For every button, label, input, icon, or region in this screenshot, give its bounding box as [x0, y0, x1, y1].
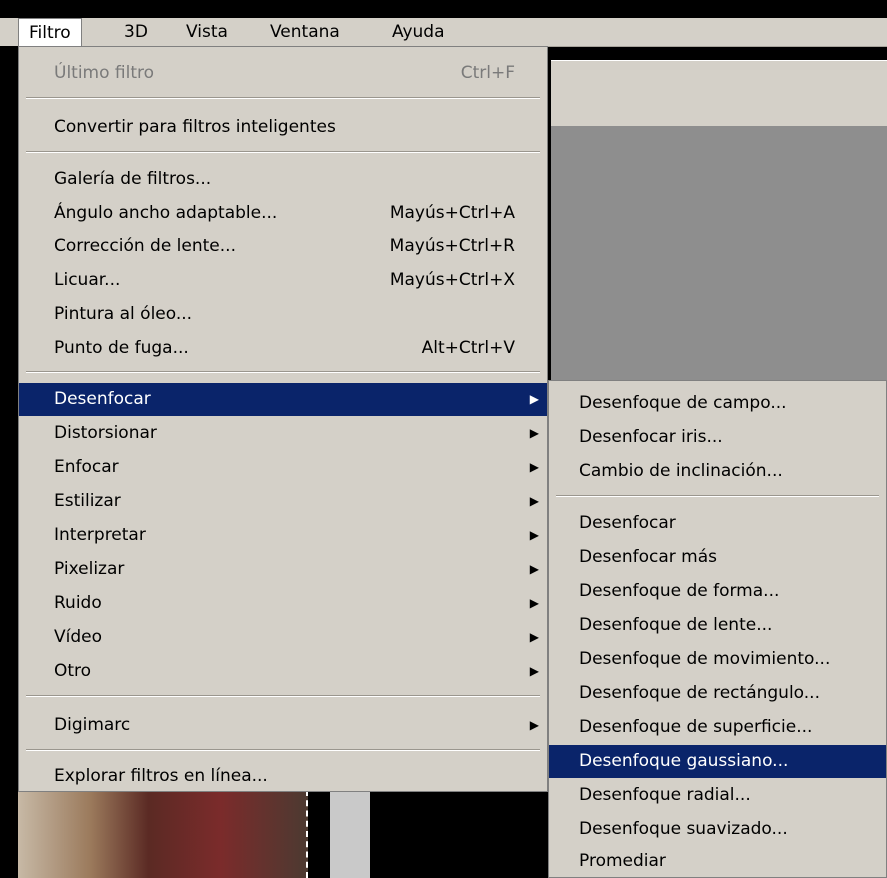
- menu-item-label: Enfocar: [54, 457, 119, 477]
- menu-separator: [26, 371, 540, 373]
- submenu-item-desenfoque-gaussiano[interactable]: Desenfoque gaussiano...: [549, 745, 886, 778]
- options-panel: [551, 60, 887, 127]
- shortcut-text: Mayús+Ctrl+X: [389, 270, 515, 290]
- submenu-item-desenfoque-rectangulo[interactable]: Desenfoque de rectángulo...: [549, 677, 886, 710]
- menu-item-label: Desenfoque de lente...: [579, 615, 773, 635]
- menu-item-label: Estilizar: [54, 491, 121, 511]
- menu-item-label: Desenfoque de forma...: [579, 581, 780, 601]
- menu-item-label: Promediar: [579, 851, 666, 871]
- submenu-item-desenfoque-lente[interactable]: Desenfoque de lente...: [549, 609, 886, 642]
- menu-item-label: Otro: [54, 661, 92, 681]
- menu-item-label: Último filtro: [54, 63, 155, 83]
- filter-dropdown: Último filtro Ctrl+F Convertir para filt…: [18, 46, 548, 792]
- menu-bar: Filtro 3D Vista Ventana Ayuda: [0, 18, 887, 47]
- menu-item-label: Desenfoque suavizado...: [579, 819, 788, 839]
- menu-item-convertir-filtros[interactable]: Convertir para filtros inteligentes: [19, 111, 547, 144]
- menu-item-otro[interactable]: Otro ▶: [19, 655, 547, 688]
- menu-separator: [26, 695, 540, 697]
- submenu-arrow-icon: ▶: [529, 426, 539, 440]
- shortcut-text: Mayús+Ctrl+R: [389, 236, 515, 256]
- menu-item-explorar-filtros[interactable]: Explorar filtros en línea...: [19, 760, 547, 793]
- menu-item-punto-fuga[interactable]: Punto de fuga... Alt+Ctrl+V: [19, 332, 547, 365]
- shortcut-text: Mayús+Ctrl+A: [389, 203, 515, 223]
- menu-item-licuar[interactable]: Licuar... Mayús+Ctrl+X: [19, 264, 547, 297]
- menu-item-label: Distorsionar: [54, 423, 157, 443]
- menu-item-label: Desenfocar iris...: [579, 427, 723, 447]
- menu-item-label: Desenfoque gaussiano...: [579, 751, 789, 771]
- menu-item-label: Desenfoque de movimiento...: [579, 649, 831, 669]
- menu-item-pixelizar[interactable]: Pixelizar ▶: [19, 553, 547, 586]
- menu-item-angulo-ancho[interactable]: Ángulo ancho adaptable... Mayús+Ctrl+A: [19, 197, 547, 230]
- menu-3d[interactable]: 3D: [114, 18, 158, 46]
- submenu-item-desenfoque-campo[interactable]: Desenfoque de campo...: [549, 387, 886, 420]
- menu-separator: [26, 151, 540, 153]
- menu-item-label: Desenfoque de rectángulo...: [579, 683, 820, 703]
- menu-item-digimarc[interactable]: Digimarc ▶: [19, 709, 547, 742]
- submenu-arrow-icon: ▶: [529, 460, 539, 474]
- menu-item-label: Desenfoque de campo...: [579, 393, 787, 413]
- menu-item-label: Vídeo: [54, 627, 103, 647]
- submenu-item-desenfocar[interactable]: Desenfocar: [549, 507, 886, 540]
- menu-separator: [26, 97, 540, 99]
- submenu-arrow-icon: ▶: [529, 664, 539, 678]
- selection-marquee: [18, 790, 308, 878]
- menu-item-label: Cambio de inclinación...: [579, 461, 783, 481]
- menu-item-desenfocar[interactable]: Desenfocar ▶: [19, 383, 547, 416]
- menu-item-label: Ruido: [54, 593, 102, 613]
- menu-item-interpretar[interactable]: Interpretar ▶: [19, 519, 547, 552]
- menu-separator: [556, 495, 879, 497]
- submenu-item-desenfocar-iris[interactable]: Desenfocar iris...: [549, 421, 886, 454]
- menu-item-label: Pintura al óleo...: [54, 304, 193, 324]
- menu-item-label: Desenfocar más: [579, 547, 718, 567]
- menu-item-label: Interpretar: [54, 525, 146, 545]
- menu-item-video[interactable]: Vídeo ▶: [19, 621, 547, 654]
- submenu-item-promediar[interactable]: Promediar: [549, 845, 886, 878]
- submenu-item-desenfoque-forma[interactable]: Desenfoque de forma...: [549, 575, 886, 608]
- menu-item-label: Explorar filtros en línea...: [54, 766, 268, 786]
- menu-item-label: Desenfoque de superficie...: [579, 717, 813, 737]
- menu-item-label: Digimarc: [54, 715, 131, 735]
- menu-item-label: Licuar...: [54, 270, 121, 290]
- menu-item-label: Ángulo ancho adaptable...: [54, 203, 278, 223]
- menu-item-galeria-filtros[interactable]: Galería de filtros...: [19, 163, 547, 196]
- menu-item-label: Corrección de lente...: [54, 236, 236, 256]
- submenu-arrow-icon: ▶: [529, 562, 539, 576]
- menu-separator: [26, 749, 540, 751]
- submenu-arrow-icon: ▶: [529, 528, 539, 542]
- left-border: [0, 46, 18, 878]
- menu-item-label: Convertir para filtros inteligentes: [54, 117, 336, 137]
- menu-filtro[interactable]: Filtro: [18, 18, 82, 46]
- menu-item-label: Desenfocar: [579, 513, 676, 533]
- submenu-arrow-icon: ▶: [529, 494, 539, 508]
- menu-ayuda[interactable]: Ayuda: [382, 18, 455, 46]
- canvas-gutter: [330, 790, 370, 878]
- submenu-item-desenfoque-superficie[interactable]: Desenfoque de superficie...: [549, 711, 886, 744]
- submenu-item-desenfoque-movimiento[interactable]: Desenfoque de movimiento...: [549, 643, 886, 676]
- menu-item-distorsionar[interactable]: Distorsionar ▶: [19, 417, 547, 450]
- shortcut-text: Ctrl+F: [460, 63, 515, 83]
- menu-item-enfocar[interactable]: Enfocar ▶: [19, 451, 547, 484]
- menu-item-pintura-oleo[interactable]: Pintura al óleo...: [19, 298, 547, 331]
- submenu-item-desenfocar-mas[interactable]: Desenfocar más: [549, 541, 886, 574]
- menu-vista[interactable]: Vista: [176, 18, 238, 46]
- menu-item-label: Desenfoque radial...: [579, 785, 751, 805]
- submenu-arrow-icon: ▶: [529, 596, 539, 610]
- menu-item-label: Galería de filtros...: [54, 169, 212, 189]
- menu-item-ruido[interactable]: Ruido ▶: [19, 587, 547, 620]
- submenu-item-desenfoque-suavizado[interactable]: Desenfoque suavizado...: [549, 813, 886, 846]
- menu-item-label: Pixelizar: [54, 559, 125, 579]
- menu-item-label: Punto de fuga...: [54, 338, 189, 358]
- submenu-arrow-icon: ▶: [529, 630, 539, 644]
- shortcut-text: Alt+Ctrl+V: [421, 338, 515, 358]
- menu-item-correccion-lente[interactable]: Corrección de lente... Mayús+Ctrl+R: [19, 230, 547, 263]
- menu-item-estilizar[interactable]: Estilizar ▶: [19, 485, 547, 518]
- submenu-arrow-icon: ▶: [529, 392, 539, 406]
- submenu-item-desenfoque-radial[interactable]: Desenfoque radial...: [549, 779, 886, 812]
- desenfocar-submenu: Desenfoque de campo... Desenfocar iris..…: [548, 380, 887, 878]
- submenu-item-cambio-inclinacion[interactable]: Cambio de inclinación...: [549, 455, 886, 488]
- submenu-arrow-icon: ▶: [529, 718, 539, 732]
- menu-item-ultimo-filtro[interactable]: Último filtro Ctrl+F: [19, 57, 547, 90]
- menu-ventana[interactable]: Ventana: [260, 18, 350, 46]
- menu-item-label: Desenfocar: [54, 389, 151, 409]
